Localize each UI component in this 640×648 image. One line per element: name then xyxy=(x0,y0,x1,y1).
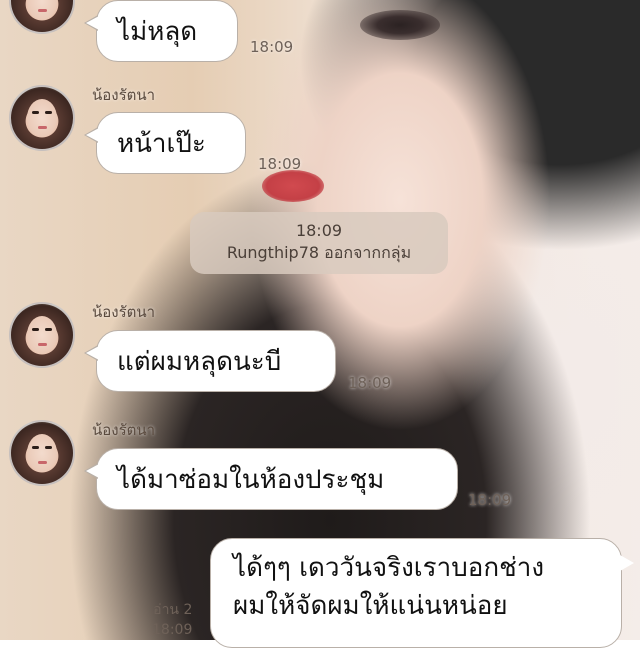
message-text: ไม่หลุด xyxy=(117,16,198,47)
system-notice-text: Rungthip78 ออกจากกลุ่ม xyxy=(226,243,412,262)
message-text: ได้มาซ่อมในห้องประชุม xyxy=(117,464,385,495)
system-notice-time: 18:09 xyxy=(295,221,343,240)
message-text: หน้าเป๊ะ xyxy=(117,128,206,159)
message-time: 18:09 xyxy=(258,155,302,173)
sender-name: น้องรัตนา xyxy=(92,86,156,104)
my-message-time: 18:09 xyxy=(152,622,193,638)
my-message-line-2: ผมให้จัดผมให้แน่นหน่อย xyxy=(233,591,508,621)
message-bubble[interactable]: ได้มาซ่อมในห้องประชุม xyxy=(84,448,458,510)
sender-name: น้องรัตนา xyxy=(92,421,156,439)
message-time: 18:09 xyxy=(250,38,294,56)
message-bubble[interactable]: ไม่หลุด xyxy=(84,0,238,62)
message-bubble[interactable]: แต่ผมหลุดนะบี xyxy=(84,330,336,392)
read-count: อ่าน 2 xyxy=(153,602,193,618)
sender-avatar[interactable] xyxy=(9,302,75,368)
background-eye xyxy=(360,10,440,40)
system-notice: 18:09 Rungthip78 ออกจากกลุ่ม xyxy=(190,212,448,274)
sender-avatar[interactable] xyxy=(9,85,75,151)
background-lips xyxy=(262,170,324,202)
message-time: 18:09 xyxy=(348,374,392,392)
read-receipt: อ่าน 2 18:09 xyxy=(122,600,192,640)
message-time: 18:09 xyxy=(468,491,512,509)
my-message-line-1: ได้ๆๆ เดววันจริงเราบอกช่าง xyxy=(233,553,545,583)
sender-avatar[interactable] xyxy=(9,420,75,486)
message-text: แต่ผมหลุดนะบี xyxy=(117,346,282,377)
my-message-bubble[interactable]: ได้ๆๆ เดววันจริงเราบอกช่าง ผมให้จัดผมให้… xyxy=(210,538,634,648)
sender-name: น้องรัตนา xyxy=(92,303,156,321)
message-bubble[interactable]: หน้าเป๊ะ xyxy=(84,112,246,174)
